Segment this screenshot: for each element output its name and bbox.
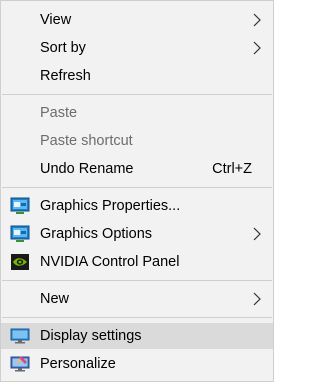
chevron-right-icon [253,292,261,306]
menu-item-graphics-properties[interactable]: Graphics Properties... [1,193,273,219]
menu-item-label: NVIDIA Control Panel [40,254,180,270]
menu-item-display-settings[interactable]: Display settings [1,323,273,349]
menu-item-personalize[interactable]: Personalize [1,351,273,377]
intel-graphics-icon [10,197,30,214]
menu-item-paste-shortcut: Paste shortcut [1,128,273,154]
menu-item-sort-by[interactable]: Sort by [1,35,273,61]
menu-item-label: Graphics Properties... [40,198,181,214]
menu-item-label: Graphics Options [40,226,153,242]
menu-item-label: Sort by [40,40,86,56]
nvidia-icon [11,254,29,270]
menu-item-label: Undo Rename [40,161,134,177]
desktop-context-menu: View Sort by Refresh Paste Paste shortcu… [0,0,274,382]
menu-separator [2,317,272,318]
menu-item-graphics-options[interactable]: Graphics Options [1,221,273,247]
menu-item-view[interactable]: View [1,7,273,33]
menu-item-label: Personalize [40,356,116,372]
menu-item-label: Display settings [40,328,142,344]
menu-item-label: View [40,12,72,28]
personalize-icon [10,356,30,372]
menu-item-label: Paste [40,105,78,121]
menu-item-new[interactable]: New [1,286,273,312]
menu-separator [2,280,272,281]
chevron-right-icon [253,227,261,241]
chevron-right-icon [253,13,261,27]
menu-separator [2,187,272,188]
menu-item-paste: Paste [1,100,273,126]
menu-item-label: New [40,291,70,307]
intel-graphics-icon [10,225,30,242]
menu-item-label: Refresh [40,68,91,84]
chevron-right-icon [253,41,261,55]
menu-item-refresh[interactable]: Refresh [1,63,273,89]
menu-item-undo-rename[interactable]: Undo Rename Ctrl+Z [1,156,273,182]
menu-item-shortcut: Ctrl+Z [212,161,252,177]
menu-item-label: Paste shortcut [40,133,133,149]
menu-separator [2,94,272,95]
menu-item-nvidia-control-panel[interactable]: NVIDIA Control Panel [1,249,273,275]
display-icon [10,328,30,344]
